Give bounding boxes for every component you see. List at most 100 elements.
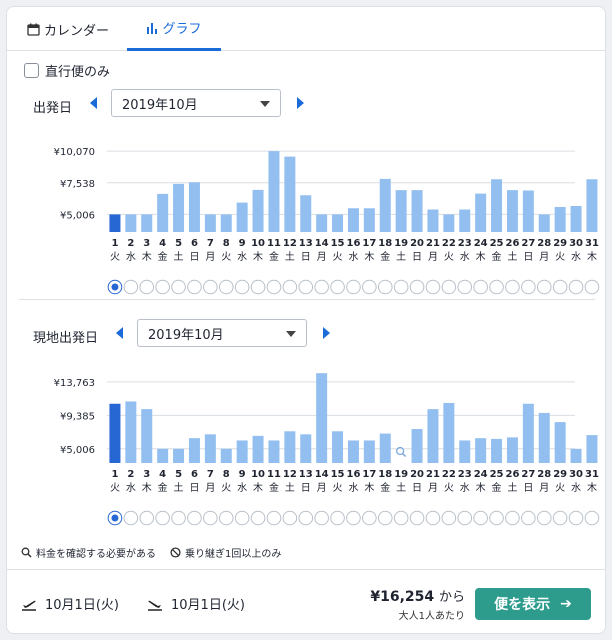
day-radio[interactable] [521, 279, 536, 295]
day-radio[interactable] [298, 279, 314, 295]
day-radio[interactable] [171, 510, 186, 526]
day-radio[interactable] [187, 510, 202, 526]
price-bar[interactable] [300, 195, 312, 232]
day-radio[interactable] [314, 279, 329, 295]
price-bar[interactable] [109, 403, 121, 463]
direct-only-checkbox[interactable] [24, 63, 39, 78]
day-radio[interactable] [552, 279, 568, 295]
return-prev-month-button[interactable] [113, 326, 127, 340]
show-flights-button[interactable]: 便を表示 ➔ [475, 588, 591, 620]
price-bar[interactable] [173, 183, 185, 232]
price-bar[interactable] [188, 438, 200, 463]
price-bar[interactable] [284, 156, 296, 232]
price-bar[interactable] [379, 433, 391, 463]
price-bar[interactable] [220, 214, 232, 232]
price-bar[interactable] [506, 437, 518, 463]
day-radio[interactable] [441, 279, 457, 295]
price-bar[interactable] [268, 440, 280, 463]
price-bar[interactable] [141, 214, 153, 232]
prev-month-button[interactable] [87, 96, 101, 110]
direct-only-toggle[interactable]: 直行便のみ [24, 61, 110, 80]
day-radio[interactable] [346, 279, 361, 295]
day-radio[interactable] [330, 510, 345, 526]
price-bar[interactable] [570, 448, 582, 463]
day-radio[interactable] [441, 510, 457, 526]
price-bar[interactable] [157, 448, 169, 463]
day-radio[interactable] [234, 510, 250, 526]
day-radio[interactable] [203, 510, 218, 526]
price-bar[interactable] [125, 214, 137, 232]
day-radio[interactable] [298, 510, 314, 526]
price-bar[interactable] [491, 438, 503, 463]
return-next-month-button[interactable] [319, 326, 333, 340]
price-bar[interactable] [236, 202, 248, 232]
price-bar[interactable] [363, 440, 375, 463]
day-radio[interactable] [123, 510, 139, 526]
price-bar[interactable] [427, 209, 439, 233]
day-radio[interactable] [473, 510, 488, 526]
price-bar[interactable] [347, 440, 359, 463]
price-bar[interactable] [586, 179, 598, 232]
day-radio[interactable] [330, 279, 345, 295]
day-radio[interactable] [568, 510, 584, 526]
day-radio[interactable] [203, 279, 218, 295]
price-bar[interactable] [522, 403, 534, 463]
price-bar[interactable] [395, 190, 407, 232]
price-bar[interactable] [252, 435, 264, 463]
day-radio[interactable] [171, 279, 186, 295]
price-bar[interactable] [109, 214, 121, 232]
price-bar[interactable] [173, 448, 185, 463]
price-bar[interactable] [570, 206, 582, 232]
day-radio[interactable] [218, 279, 234, 295]
day-radio[interactable] [489, 510, 504, 526]
day-radio[interactable] [584, 279, 600, 295]
price-bar[interactable] [347, 208, 359, 232]
day-radio[interactable] [489, 279, 504, 295]
price-bar[interactable] [554, 422, 566, 463]
day-radio[interactable] [250, 510, 266, 526]
day-radio[interactable] [552, 510, 568, 526]
tab-graph[interactable]: グラフ [127, 7, 221, 51]
price-bar[interactable] [506, 190, 518, 232]
day-radio[interactable] [250, 279, 266, 295]
day-radio[interactable] [362, 279, 377, 295]
day-radio[interactable] [536, 279, 552, 295]
price-bar[interactable] [125, 401, 137, 463]
price-bar[interactable] [316, 214, 328, 232]
price-bar[interactable] [411, 428, 423, 463]
day-radio[interactable] [187, 279, 202, 295]
price-bar[interactable] [554, 207, 566, 232]
day-radio[interactable] [521, 510, 536, 526]
day-radio[interactable] [266, 279, 282, 295]
day-radio[interactable] [457, 510, 473, 526]
price-bar[interactable] [332, 431, 344, 463]
price-bar[interactable] [538, 214, 550, 232]
day-radio[interactable] [218, 510, 234, 526]
day-radio[interactable] [155, 510, 170, 526]
price-bar[interactable] [236, 440, 248, 463]
return-month-select[interactable]: 2019年10月 [137, 319, 307, 347]
day-radio[interactable] [377, 510, 393, 526]
price-bar[interactable] [157, 193, 169, 232]
day-radio[interactable] [377, 279, 393, 295]
price-bar[interactable] [268, 151, 280, 232]
day-radio[interactable] [505, 279, 520, 295]
price-bar[interactable] [411, 190, 423, 232]
day-radio[interactable] [266, 510, 282, 526]
price-bar[interactable] [220, 448, 232, 463]
day-radio[interactable] [425, 510, 441, 526]
day-radio[interactable] [393, 510, 409, 526]
price-bar[interactable] [141, 409, 153, 463]
price-bar[interactable] [300, 434, 312, 463]
day-radio[interactable] [282, 510, 298, 526]
price-bar[interactable] [252, 189, 264, 232]
day-radio[interactable] [139, 510, 155, 526]
day-radio[interactable] [234, 279, 250, 295]
day-radio[interactable] [123, 279, 139, 295]
price-bar[interactable] [332, 214, 344, 232]
day-radio[interactable] [505, 510, 520, 526]
price-bar[interactable] [491, 179, 503, 232]
price-bar[interactable] [459, 440, 471, 463]
price-bar[interactable] [316, 373, 328, 463]
price-bar[interactable] [522, 190, 534, 233]
